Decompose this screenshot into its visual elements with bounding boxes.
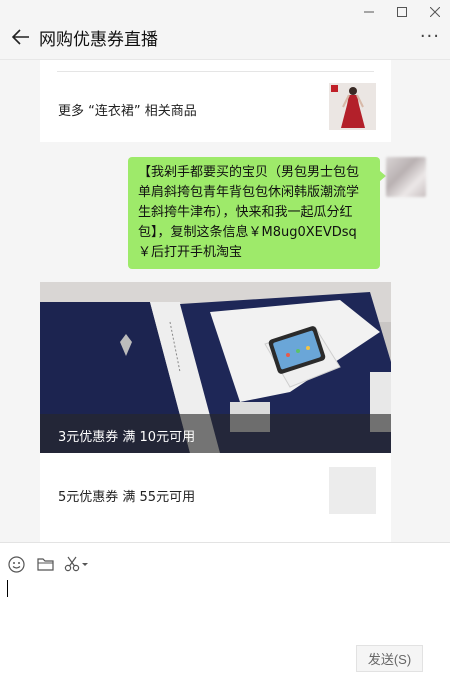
red-dress-image[interactable] [329, 83, 376, 130]
avatar[interactable] [386, 157, 426, 197]
chat-history[interactable]: 更多 “连衣裙” 相关商品 【我剁手都要买的宝贝（男包男士包包单肩斜挎包青年背包… [0, 60, 450, 542]
coupon-caption: 3元优惠券 满 10元可用 [40, 414, 391, 453]
chat-title: 网购优惠券直播 [39, 30, 158, 50]
folder-icon[interactable] [36, 555, 54, 573]
emoji-icon[interactable] [7, 555, 25, 573]
title-bar: 网购优惠券直播 ··· [0, 0, 450, 60]
send-button[interactable]: 发送(S) [356, 645, 423, 672]
second-coupon-label: 5元优惠券 满 55元可用 [58, 490, 196, 505]
related-products-label: 更多 “连衣裙” 相关商品 [58, 104, 197, 119]
close-icon[interactable] [422, 3, 448, 21]
maximize-icon[interactable] [389, 3, 415, 21]
card-divider [57, 71, 374, 72]
navy-crossbody-bag-image[interactable]: 3元优惠券 满 10元可用 [40, 282, 391, 453]
minimize-icon[interactable] [356, 3, 382, 21]
coupon-card[interactable]: 3元优惠券 满 10元可用 5元优惠券 满 55元可用 [40, 282, 391, 542]
share-message-bubble[interactable]: 【我剁手都要买的宝贝（男包男士包包单肩斜挎包青年背包包休闲韩版潮流学生斜挎牛津布… [128, 157, 386, 269]
coupon-thumbnail[interactable] [329, 467, 376, 514]
arrow-left-icon[interactable] [10, 26, 32, 48]
related-products-card[interactable]: 更多 “连衣裙” 相关商品 [40, 60, 391, 142]
scissors-icon[interactable] [64, 555, 90, 573]
more-options-icon[interactable]: ··· [420, 26, 440, 47]
text-cursor [7, 580, 8, 597]
